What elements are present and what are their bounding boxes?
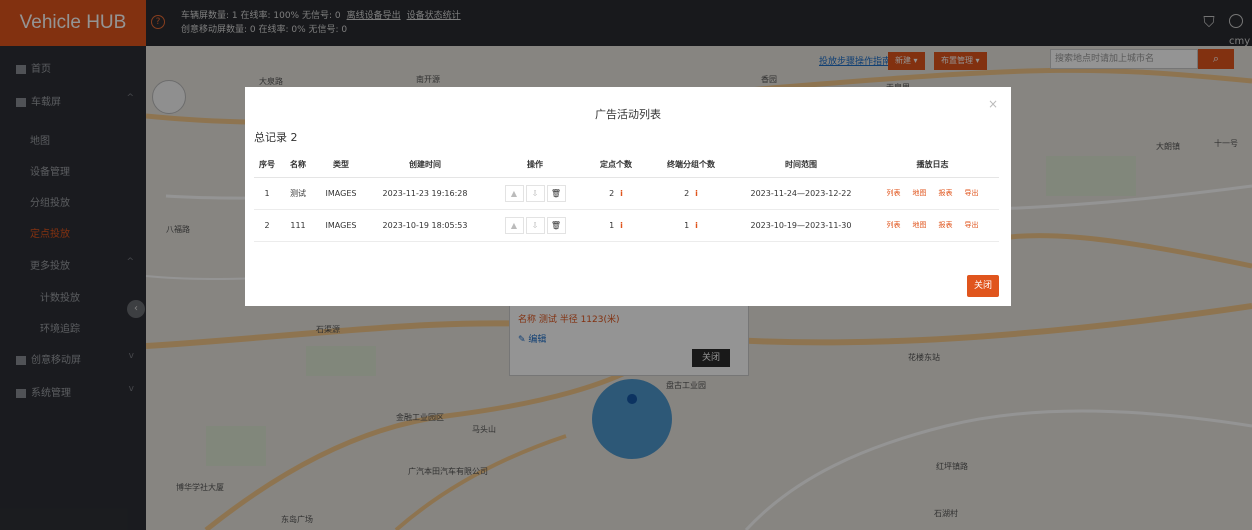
info-icon[interactable]: i [695, 221, 698, 230]
close-icon[interactable]: × [988, 97, 998, 111]
log-list-link[interactable]: 列表 [887, 221, 901, 229]
col-header: 时间范围 [736, 153, 866, 178]
publish-icon[interactable]: ▲ [504, 184, 524, 202]
col-header: 终端分组个数 [646, 153, 736, 178]
table-row: 1 测试 IMAGES 2023-11-23 19:16:28 ▲ ⇩ 🗑 2i 2… [254, 177, 999, 210]
cell-ops: ▲ ⇩ 🗑 [484, 177, 586, 210]
log-report-link[interactable]: 报表 [939, 221, 953, 229]
cell-ops: ▲ ⇩ 🗑 [484, 209, 586, 242]
download-icon[interactable]: ⇩ [525, 216, 545, 234]
log-map-link[interactable]: 地图 [913, 189, 927, 197]
col-header: 定点个数 [586, 153, 646, 178]
cell-logs: 列表 地图 报表 导出 [866, 209, 999, 242]
log-report-link[interactable]: 报表 [939, 189, 953, 197]
log-list-link[interactable]: 列表 [887, 189, 901, 197]
campaign-table: 序号 名称 类型 创建时间 操作 定点个数 终端分组个数 时间范围 播放日志 1… [254, 153, 999, 242]
col-header: 序号 [254, 153, 280, 178]
download-icon[interactable]: ⇩ [525, 184, 545, 202]
modal-close-button[interactable]: 关闭 [967, 275, 999, 297]
cell-no: 1 [254, 177, 280, 210]
groups-count: 2 [684, 188, 690, 198]
cell-no: 2 [254, 209, 280, 242]
col-header: 名称 [280, 153, 316, 178]
cell-range: 2023-11-24—2023-12-22 [736, 177, 866, 210]
col-header: 创建时间 [366, 153, 484, 178]
cell-groups: 1i [646, 209, 736, 242]
campaign-list-modal: 广告活动列表 × 总记录 2 序号 名称 类型 创建时间 操作 定点个数 终端分… [245, 87, 1011, 306]
cell-points: 1i [586, 209, 646, 242]
modal-title: 广告活动列表 [595, 108, 661, 121]
info-icon[interactable]: i [695, 189, 698, 198]
points-count: 1 [609, 220, 615, 230]
cell-logs: 列表 地图 报表 导出 [866, 177, 999, 210]
table-row: 2 111 IMAGES 2023-10-19 18:05:53 ▲ ⇩ 🗑 1i … [254, 209, 999, 242]
groups-count: 1 [684, 220, 690, 230]
total-records: 总记录 2 [254, 131, 298, 144]
cell-created: 2023-10-19 18:05:53 [366, 209, 484, 242]
log-export-link[interactable]: 导出 [965, 221, 979, 229]
col-header: 操作 [484, 153, 586, 178]
log-map-link[interactable]: 地图 [913, 221, 927, 229]
log-export-link[interactable]: 导出 [965, 189, 979, 197]
info-icon[interactable]: i [620, 189, 623, 198]
cell-type: IMAGES [316, 209, 366, 242]
delete-icon[interactable]: 🗑 [546, 184, 566, 202]
cell-name: 测试 [280, 177, 316, 210]
col-header: 播放日志 [866, 153, 999, 178]
publish-icon[interactable]: ▲ [504, 216, 524, 234]
table-header: 序号 名称 类型 创建时间 操作 定点个数 终端分组个数 时间范围 播放日志 [254, 153, 999, 178]
col-header: 类型 [316, 153, 366, 178]
cell-name: 111 [280, 209, 316, 242]
info-icon[interactable]: i [620, 221, 623, 230]
delete-icon[interactable]: 🗑 [546, 216, 566, 234]
cell-groups: 2i [646, 177, 736, 210]
cell-points: 2i [586, 177, 646, 210]
cell-created: 2023-11-23 19:16:28 [366, 177, 484, 210]
points-count: 2 [609, 188, 615, 198]
cell-range: 2023-10-19—2023-11-30 [736, 209, 866, 242]
cell-type: IMAGES [316, 177, 366, 210]
